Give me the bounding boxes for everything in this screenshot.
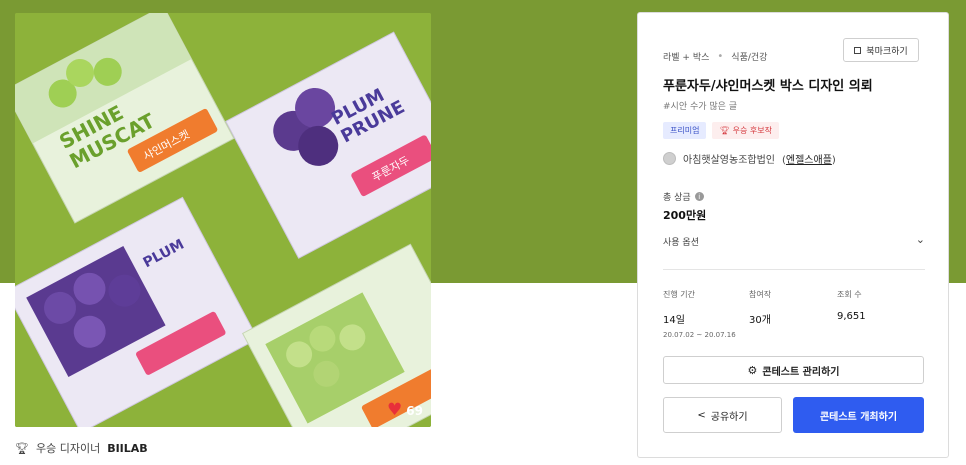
bookmark-label: 북마크하기 [866, 46, 908, 57]
breadcrumb-item[interactable]: 식품/건강 [731, 50, 767, 63]
host-contest-label: 콘테스트 개최하기 [819, 411, 898, 423]
period-value: 14일 [663, 315, 685, 326]
host-name: 아침햇살영농조합법인 [683, 155, 775, 166]
views-value: 9,651 [837, 311, 866, 322]
contest-subtitle: #시안 수가 많은 글 [663, 102, 738, 112]
contest-info-panel: 라벨 + 박스 • 식품/건강 북마크하기 푸룬자두/샤인머스켓 박스 디자인 … [637, 12, 949, 458]
chevron-down-icon: ⌄ [915, 233, 925, 246]
bookmark-button[interactable]: 북마크하기 [843, 38, 919, 62]
host-info: 아침햇살영농조합법인 (엔젤스애플) [663, 151, 836, 166]
prize-value: 200만원 [663, 209, 707, 222]
like-count: 69 [406, 403, 423, 418]
stat-views: 조회 수 9,651 [837, 289, 866, 322]
badge-list: 프리미엄 🏆︎ 우승 후보작 [663, 122, 779, 139]
host-avatar [663, 152, 676, 165]
breadcrumb: 라벨 + 박스 • 식품/건강 [663, 50, 767, 63]
manage-contest-button[interactable]: ⚙ 콘테스트 관리하기 [663, 356, 924, 384]
winner-candidate-label: 우승 후보작 [732, 126, 772, 135]
period-label: 진행 기간 [663, 290, 695, 299]
premium-badge: 프리미엄 [663, 122, 707, 139]
prize-label: 총 상금 i [663, 190, 704, 203]
participants-value: 30개 [749, 315, 771, 326]
host-link-wrapper: (엔젤스애플) [782, 155, 836, 166]
manage-contest-label: 콘테스트 관리하기 [762, 366, 840, 378]
stat-participants: 참여작 30개 [749, 289, 771, 326]
host-contest-button[interactable]: 콘테스트 개최하기 [793, 397, 924, 433]
bookmark-icon [854, 46, 862, 54]
packaging-illustration: SHINE MUSCAT 샤인머스켓 PLUM PRUNE 푸룬자두 PLUM [15, 13, 431, 427]
winner-label: 우승 디자이너 [35, 442, 101, 455]
info-icon[interactable]: i [694, 192, 704, 201]
share-label: 공유하기 [710, 411, 748, 423]
winner-name[interactable]: BIILAB [107, 442, 147, 455]
views-label: 조회 수 [837, 290, 862, 299]
share-button[interactable]: < 공유하기 [663, 397, 782, 433]
period-dates: 20.07.02 ~ 20.07.16 [663, 331, 736, 339]
heart-icon: ♥ [387, 400, 403, 420]
trophy-icon: 🏆︎ [719, 126, 730, 135]
stat-period: 진행 기간 14일 20.07.02 ~ 20.07.16 [663, 289, 736, 339]
entry-image[interactable]: SHINE MUSCAT 샤인머스켓 PLUM PRUNE 푸룬자두 PLUM [15, 13, 431, 427]
like-counter[interactable]: ♥ 69 [387, 402, 423, 419]
contest-title: 푸룬자두/샤인머스켓 박스 디자인 의뢰 [663, 79, 873, 94]
gear-icon: ⚙ [747, 363, 758, 377]
trophy-icon: 🏆︎ [15, 441, 29, 455]
participants-label: 참여작 [749, 290, 772, 299]
prize-label-text: 총 상금 [663, 193, 691, 203]
winner-designer: 🏆︎ 우승 디자이너 BIILAB [15, 440, 148, 456]
winner-candidate-badge: 🏆︎ 우승 후보작 [712, 122, 779, 139]
divider [663, 269, 925, 270]
host-link[interactable]: 엔젤스애플 [786, 155, 832, 166]
breadcrumb-separator: • [717, 51, 724, 62]
usage-options-toggle[interactable]: 사용 옵션 ⌄ [663, 233, 925, 248]
breadcrumb-item[interactable]: 라벨 + 박스 [663, 50, 709, 63]
share-icon: < [697, 409, 706, 421]
usage-options-label: 사용 옵션 [663, 238, 699, 248]
